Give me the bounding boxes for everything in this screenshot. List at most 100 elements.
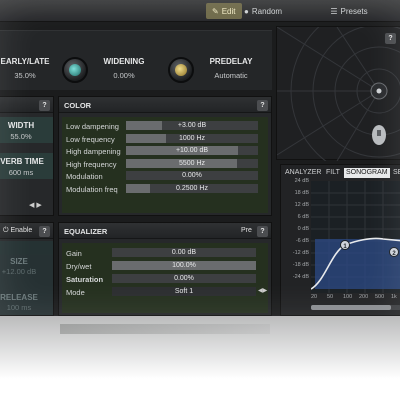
width-help-button[interactable]: ? [39, 100, 50, 111]
gain-label: Gain [66, 249, 82, 258]
tab-settings[interactable]: SE [393, 169, 400, 176]
color-row-slider[interactable]: 5500 Hz [126, 158, 258, 168]
early-late-value: 35.0% [14, 71, 36, 80]
dice-icon: ● [244, 6, 249, 16]
predelay-label: PREDELAY [209, 57, 253, 66]
db-scale: 24 dB 18 dB 12 dB 6 dB 0 dB -6 dB -12 dB -18 dB… [281, 178, 311, 293]
gain-slider[interactable]: 0.00 dB [112, 248, 256, 257]
freq-tick-label: 50 [327, 294, 334, 300]
mode-selector[interactable]: Soft 1 [112, 287, 256, 296]
db-tick-label: 0 dB [297, 226, 309, 232]
color-row-slider[interactable]: +10.00 dB [126, 146, 258, 155]
graph-scrollbar[interactable] [311, 305, 400, 310]
reverb-time-label: VERB TIME [0, 157, 44, 166]
scrollbar-thumb[interactable] [311, 305, 391, 310]
sonogram-fill [315, 239, 400, 289]
equalizer-help-button[interactable]: ? [257, 226, 268, 237]
width-panel: ? WIDTH 55.0% VERB TIME 600 ms ◀ ▶ [0, 96, 54, 216]
predelay-knob[interactable] [168, 57, 194, 83]
floor-reflection [0, 316, 400, 400]
color-row-label: Low frequency [66, 134, 115, 144]
tab-sonogram[interactable]: SONOGRAM [344, 168, 390, 178]
enable-label: Enable [10, 227, 33, 234]
equalizer-params: Gain 0.00 dB Dry/wet 100.0% Saturation 0… [62, 243, 268, 313]
release-label: RELEASE [0, 293, 38, 302]
saturation-value: 0.00% [174, 275, 194, 282]
page-arrows[interactable]: ◀ ▶ [29, 201, 42, 209]
db-tick-label: -24 dB [292, 274, 309, 280]
enable-toggle[interactable]: ⏻ Enable [3, 227, 32, 235]
predelay-value: Automatic [214, 71, 248, 80]
color-panel-header: COLOR [59, 97, 271, 113]
edit-button[interactable]: ✎ Edit [206, 3, 242, 19]
drywet-value: 100.0% [172, 262, 196, 269]
mode-label: Mode [66, 288, 85, 297]
color-row-slider[interactable]: 1000 Hz [126, 133, 258, 143]
reverb-time-control[interactable]: VERB TIME 600 ms [0, 153, 53, 179]
analyzer-panel: ANALYZER FILT SONOGRAM SE 24 dB 18 dB 12 d… [280, 164, 400, 316]
color-row-label: Modulation [66, 172, 103, 181]
color-row-value: 0.2500 Hz [176, 184, 208, 192]
widening-knob[interactable] [62, 57, 88, 83]
db-tick-label: 24 dB [294, 178, 309, 184]
presets-button[interactable]: ☰ Presets [318, 3, 380, 19]
color-panel: COLOR ? Low dampening +3.00 dB Low frequen… [58, 96, 272, 216]
edit-label: Edit [221, 6, 236, 16]
random-button[interactable]: ● Random [238, 3, 288, 19]
db-tick-label: 12 dB [294, 202, 309, 208]
widening-label: WIDENING [103, 57, 145, 66]
color-row-label: Low dampening [66, 122, 119, 131]
eq-graph[interactable]: 1 2 [311, 181, 400, 293]
saturation-slider[interactable]: 0.00% [112, 274, 256, 283]
color-row-value: +10.00 dB [175, 147, 209, 154]
presets-label: Presets [340, 6, 368, 16]
color-row-value: 5500 Hz [178, 159, 206, 167]
color-row-label: High frequency [66, 159, 117, 169]
pencil-icon: ✎ [212, 6, 219, 16]
equalizer-title: EQUALIZER [64, 227, 108, 236]
color-help-button[interactable]: ? [257, 100, 268, 111]
random-label: Random [251, 6, 283, 16]
mode-value: Soft 1 [174, 288, 194, 295]
plugin-window: ✎ Edit ● Random ☰ Presets ? EARLY/LATE 3… [0, 0, 400, 316]
pre-toggle[interactable]: Pre [241, 227, 252, 234]
gate-help-button[interactable]: ? [39, 226, 50, 237]
stereo-field-display[interactable]: ? [276, 26, 400, 161]
color-row-slider[interactable]: 0.2500 Hz [126, 183, 258, 193]
main-knob-row: EARLY/LATE 35.0% WIDENING 0.00% PREDELAY… [0, 30, 272, 90]
color-row-slider[interactable]: +3.00 dB [126, 121, 258, 130]
reflection-band [60, 324, 270, 334]
release-value: 100 ms [6, 303, 32, 312]
tab-analyzer[interactable]: ANALYZER [285, 169, 321, 176]
freq-scale: 20 50 100 200 500 1k [311, 294, 400, 304]
gate-panel: ⏻ Enable ? SIZE +12.00 dB RELEASE 100 ms [0, 222, 54, 316]
color-row-value: +3.00 dB [177, 122, 207, 129]
freq-tick-label: 500 [375, 294, 385, 300]
help-glyph: ? [260, 102, 265, 109]
saturation-label: Saturation [66, 275, 104, 284]
room-grid [277, 27, 400, 161]
width-control[interactable]: WIDTH 55.0% [0, 117, 53, 143]
color-row-slider[interactable]: 0.00% [126, 171, 258, 180]
freq-tick-label: 100 [343, 294, 353, 300]
mode-arrows[interactable]: ◀▶ [258, 287, 267, 294]
equalizer-panel: EQUALIZER Pre ? Gain 0.00 dB Dry/wet 100… [58, 222, 272, 316]
db-tick-label: 18 dB [294, 190, 309, 196]
color-row-value: 0.00% [182, 172, 202, 179]
db-tick-label: 6 dB [297, 214, 309, 220]
db-tick-label: -12 dB [292, 250, 309, 256]
color-title: COLOR [64, 101, 92, 110]
help-glyph: ? [42, 102, 47, 109]
freq-tick-label: 20 [311, 294, 318, 300]
db-tick-label: -6 dB [295, 238, 309, 244]
width-label: WIDTH [7, 121, 35, 130]
tab-filters[interactable]: FILT [326, 169, 340, 176]
reverb-time-value: 600 ms [8, 168, 34, 177]
help-glyph: ? [42, 228, 47, 235]
top-toolbar: ✎ Edit ● Random ☰ Presets [0, 0, 400, 22]
color-row-label: High dampening [66, 147, 121, 156]
gate-body: SIZE +12.00 dB RELEASE 100 ms [0, 241, 53, 315]
drywet-slider[interactable]: 100.0% [112, 261, 256, 270]
freq-tick-label: 200 [359, 294, 369, 300]
color-row-value: 1000 Hz [178, 134, 206, 142]
